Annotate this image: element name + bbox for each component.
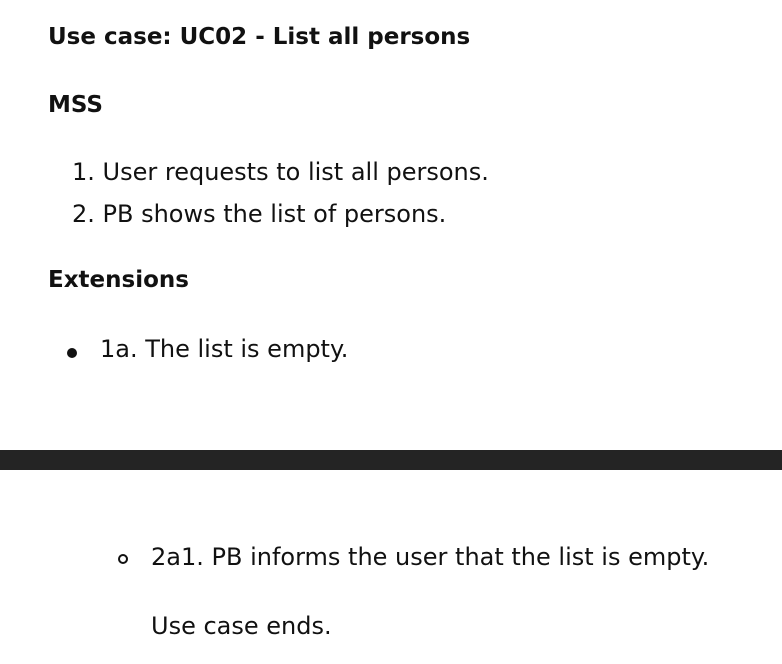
mss-step: 2. PB shows the list of persons. [72, 200, 447, 228]
page-divider [0, 450, 782, 470]
bullet-icon [67, 348, 77, 358]
use-case-title: Use case: UC02 - List all persons [48, 24, 471, 50]
circle-bullet-icon [118, 554, 128, 564]
mss-step: 1. User requests to list all persons. [72, 158, 489, 186]
extension-item: 1a. The list is empty. [100, 335, 349, 363]
sub-extension-item: 2a1. PB informs the user that the list i… [151, 543, 710, 571]
mss-heading: MSS [48, 92, 103, 118]
use-case-ending: Use case ends. [151, 612, 332, 640]
extensions-heading: Extensions [48, 267, 189, 293]
